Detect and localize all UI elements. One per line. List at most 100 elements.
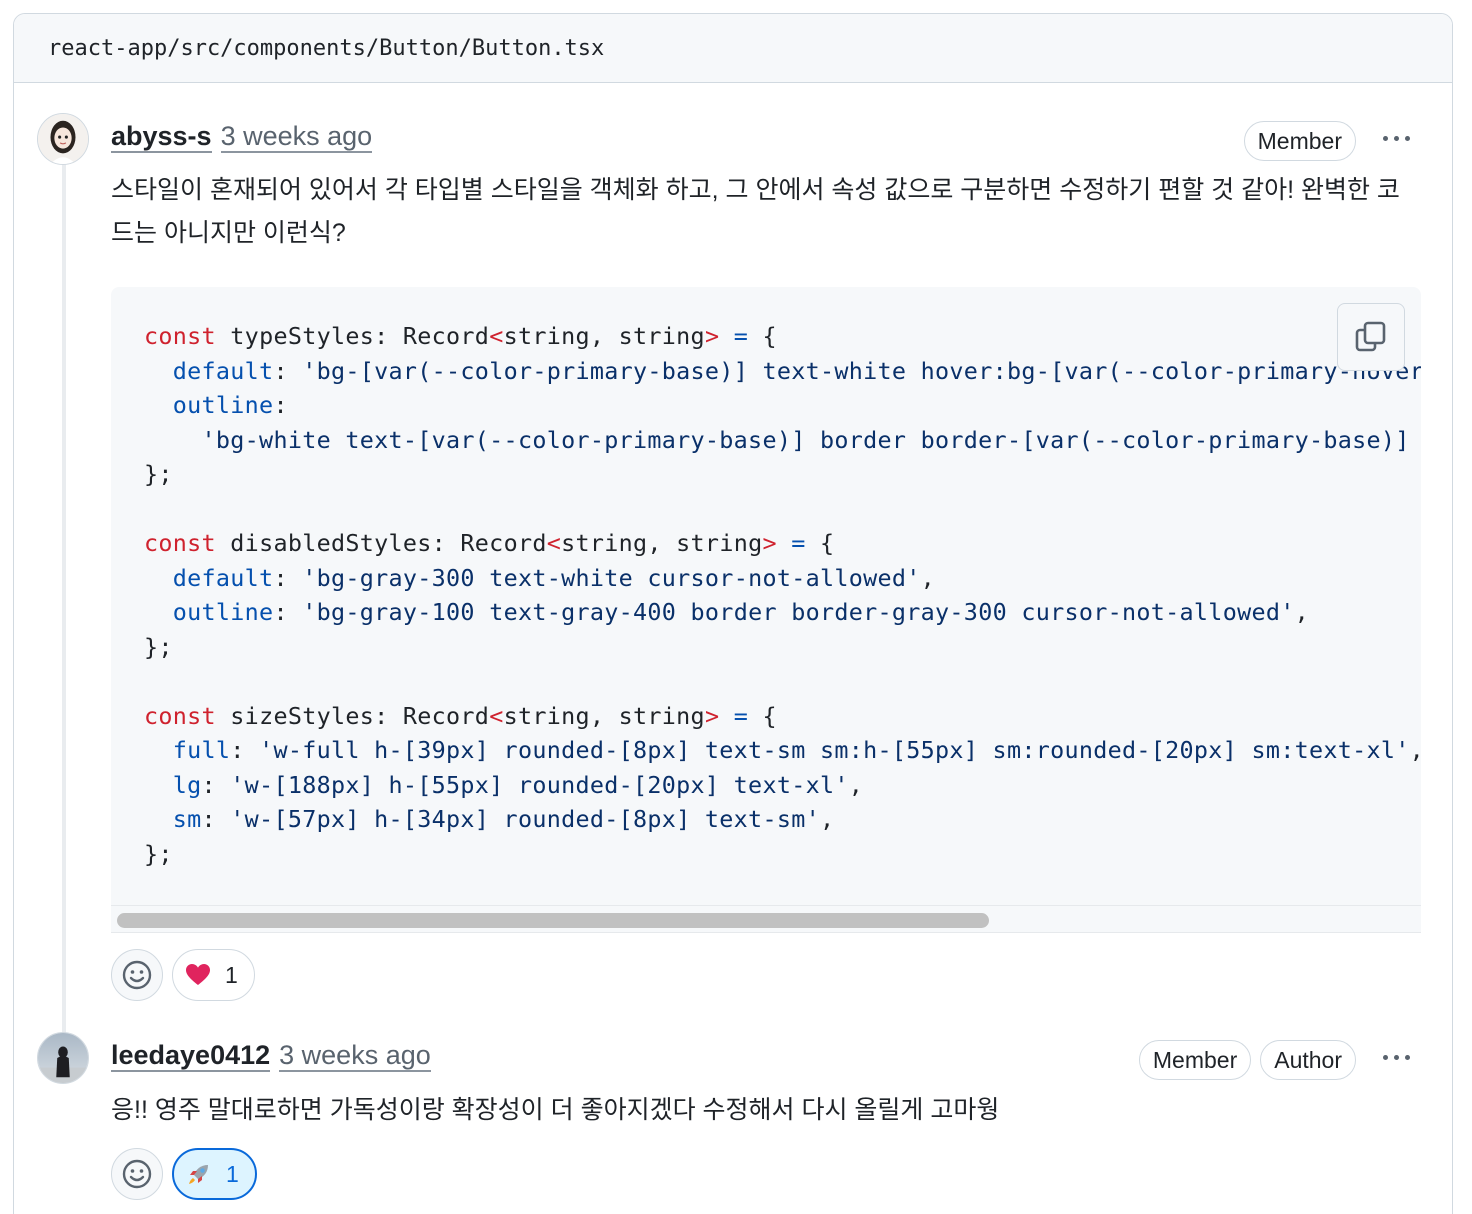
- reactions: 1: [111, 1148, 257, 1200]
- code-line: };: [144, 457, 1421, 492]
- horizontal-scrollbar[interactable]: [111, 905, 1421, 933]
- code-token: :: [273, 391, 288, 419]
- code-line: };: [144, 837, 1421, 872]
- avatar[interactable]: [37, 113, 89, 165]
- code-line: const typeStyles: Record<string, string>…: [144, 319, 1421, 354]
- code-token: {: [748, 322, 777, 350]
- code-line: default: 'bg-[var(--color-primary-base)]…: [144, 354, 1421, 389]
- code-token: ,: [819, 805, 835, 833]
- code-token: 'bg-[var(--color-primary-base)] text-whi…: [302, 356, 1421, 385]
- code-token: ,: [1410, 736, 1421, 764]
- reactions: 1: [111, 949, 255, 1001]
- code-token: =: [719, 701, 749, 730]
- code-token: const: [144, 322, 216, 350]
- code-token: const: [144, 529, 216, 557]
- code-token: lg: [144, 770, 202, 799]
- code-token: :: [273, 598, 303, 626]
- author-name[interactable]: leedaye0412: [111, 1040, 271, 1072]
- code-token: typeStyles: Record: [215, 322, 490, 350]
- heart-icon: [186, 964, 210, 985]
- smiley-icon: [122, 1159, 152, 1189]
- comment-body: 응!! 영주 말대로하면 가독성이랑 확장성이 더 좋아지겠다 수정해서 다시 …: [111, 1096, 1000, 1124]
- thread-line: [62, 154, 66, 1054]
- code-line: const sizeStyles: Record<string, string>…: [144, 699, 1421, 734]
- code-token: string, string: [503, 322, 705, 350]
- code-token: };: [144, 460, 173, 488]
- code-token: :: [273, 563, 303, 592]
- rocket-reaction[interactable]: 1: [172, 1148, 257, 1200]
- code-block: const typeStyles: Record<string, string>…: [111, 287, 1421, 933]
- code-line: default: 'bg-gray-300 text-white cursor-…: [144, 561, 1421, 596]
- avatar[interactable]: [37, 1032, 89, 1084]
- file-path[interactable]: react-app/src/components/Button/Button.t…: [48, 36, 604, 61]
- avatar-image: [38, 114, 88, 164]
- code-token: <: [546, 529, 562, 557]
- code-token: sm: [144, 805, 202, 833]
- code-token: >: [762, 529, 777, 557]
- code-token: {: [748, 701, 777, 730]
- review-thread: react-app/src/components/Button/Button.t…: [13, 13, 1453, 1214]
- code-token: =: [776, 529, 806, 557]
- timestamp[interactable]: 3 weeks ago: [220, 121, 373, 153]
- kebab-menu-icon[interactable]: [1376, 118, 1416, 158]
- code-token: 'bg-gray-100 text-gray-400 border border…: [302, 598, 1295, 626]
- code-token: default: [144, 356, 274, 385]
- member-badge: Member: [1138, 1040, 1252, 1080]
- reaction-count: 1: [226, 1160, 239, 1187]
- timestamp[interactable]: 3 weeks ago: [279, 1040, 431, 1072]
- code-token: sizeStyles: Record: [215, 701, 490, 730]
- smiley-icon: [122, 960, 152, 990]
- code-token: default: [144, 563, 274, 592]
- code-token: ,: [920, 563, 936, 592]
- code-token: 'w-[57px] h-[34px] rounded-[8px] text-sm…: [230, 805, 820, 833]
- code-line: lg: 'w-[188px] h-[55px] rounded-[20px] t…: [144, 768, 1421, 803]
- code-token: <: [489, 701, 504, 730]
- code-token: :: [273, 356, 303, 385]
- code-line: const disabledStyles: Record<string, str…: [144, 526, 1421, 561]
- code-token: :: [201, 770, 231, 799]
- add-reaction-button[interactable]: [111, 949, 163, 1001]
- scrollbar-thumb[interactable]: [117, 913, 989, 928]
- author-badge: Author: [1260, 1040, 1356, 1080]
- code-line: full: 'w-full h-[39px] rounded-[8px] tex…: [144, 733, 1421, 768]
- code-token: ,: [848, 770, 864, 799]
- divider: [111, 932, 1421, 933]
- member-badge: Member: [1243, 121, 1356, 161]
- code-line: outline:: [144, 388, 1421, 423]
- code-token: 'bg-gray-300 text-white cursor-not-allow…: [302, 563, 921, 592]
- code-token: :: [230, 736, 260, 764]
- rocket-icon: [189, 1165, 208, 1184]
- file-path-header[interactable]: react-app/src/components/Button/Button.t…: [14, 14, 1452, 83]
- code-token: >: [704, 322, 720, 350]
- code-token: full: [144, 736, 231, 764]
- avatar-image: [38, 1033, 88, 1083]
- copy-button[interactable]: [1337, 303, 1405, 371]
- reaction-count: 1: [225, 961, 238, 988]
- code-token: outline: [144, 598, 274, 626]
- kebab-menu-icon[interactable]: [1376, 1037, 1416, 1077]
- code-token: };: [144, 839, 173, 868]
- code-token: outline: [144, 391, 274, 419]
- comment-header: leedaye0412 3 weeks ago: [111, 1034, 431, 1078]
- code-token: string, string: [503, 701, 705, 730]
- code-token: 'bg-white text-[var(--color-primary-base…: [201, 425, 1410, 454]
- copy-icon: [1355, 321, 1386, 352]
- code-token: ,: [1294, 598, 1309, 626]
- code-line: };: [144, 630, 1421, 665]
- code-token: 'w-[188px] h-[55px] rounded-[20px] text-…: [230, 770, 849, 799]
- heart-reaction[interactable]: 1: [172, 949, 255, 1001]
- code-token: :: [201, 805, 231, 833]
- comment-body: 스타일이 혼재되어 있어서 각 타입별 스타일을 객체화 하고, 그 안에서 속…: [111, 176, 1400, 247]
- code-token: <: [489, 322, 504, 350]
- code-token: const: [144, 701, 216, 730]
- add-reaction-button[interactable]: [111, 1148, 163, 1200]
- badges: Member Author: [1138, 1040, 1356, 1080]
- code-token: };: [144, 632, 173, 661]
- code-line: sm: 'w-[57px] h-[34px] rounded-[8px] tex…: [144, 802, 1421, 837]
- author-name[interactable]: abyss-s: [111, 121, 212, 153]
- code-line: outline: 'bg-gray-100 text-gray-400 bord…: [144, 595, 1421, 630]
- code-token: >: [704, 701, 720, 730]
- code-line: 'bg-white text-[var(--color-primary-base…: [144, 423, 1421, 458]
